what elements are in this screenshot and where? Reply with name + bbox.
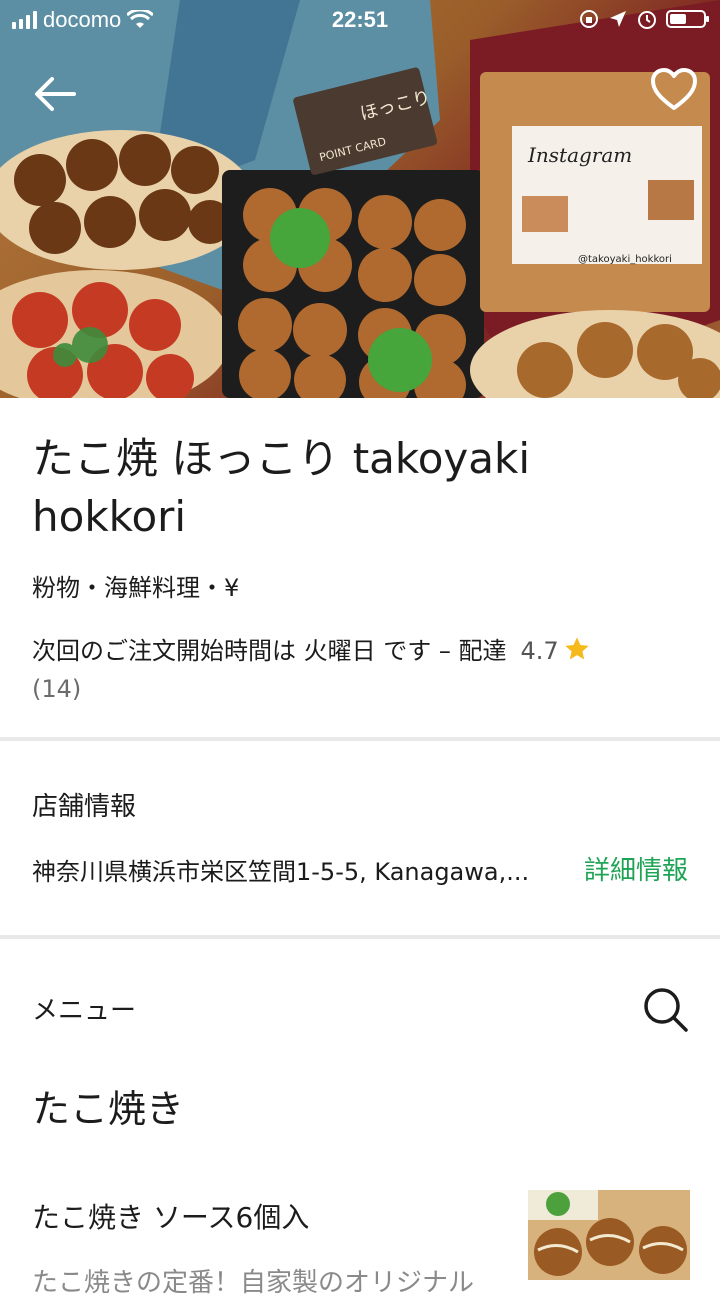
- hero-image: POINT CARD ほっこり Instagram @takoyaki_hokk…: [0, 0, 720, 398]
- menu-category-title: たこ焼き: [32, 1087, 185, 1131]
- rating-count: (14): [32, 675, 82, 703]
- store-info-label: 店舗情報: [32, 792, 137, 822]
- menu-label: メニュー: [32, 996, 137, 1026]
- orientation-lock-icon: [580, 10, 598, 28]
- heart-icon[interactable]: [648, 64, 700, 116]
- svg-text:Instagram: Instagram: [527, 143, 632, 167]
- menu-item-description: たこ焼きの定番！自家製のオリジナル: [32, 1268, 475, 1298]
- alarm-icon: [638, 11, 656, 29]
- menu-item-name: たこ焼き ソース6個入: [32, 1201, 310, 1234]
- store-address: 神奈川県横浜市栄区笠間1-5-5, Kanagawa,...: [32, 858, 530, 886]
- status-bar: docomo 22:51: [0, 0, 720, 40]
- battery-icon: [666, 10, 709, 28]
- store-name: たこ焼 ほっこり takoyaki hokkori: [32, 434, 531, 541]
- takoyaki-photo: POINT CARD ほっこり Instagram @takoyaki_hokk…: [0, 0, 720, 398]
- rating-value: 4.7: [520, 637, 559, 665]
- svg-text:@takoyaki_hokkori: @takoyaki_hokkori: [578, 254, 672, 265]
- search-icon[interactable]: [640, 984, 692, 1036]
- next-order-info: 次回のご注文開始時間は 火曜日 です – 配達 4.7 (14): [32, 632, 692, 708]
- menu-item-image: [528, 1190, 690, 1280]
- next-order-text: 次回のご注文開始時間は 火曜日 です – 配達: [32, 637, 507, 665]
- divider: [0, 737, 720, 741]
- star-icon: [565, 637, 589, 660]
- store-categories: 粉物・海鮮料理・¥: [32, 574, 240, 602]
- divider: [0, 935, 720, 939]
- address-row: 神奈川県横浜市栄区笠間1-5-5, Kanagawa,... 詳細情報: [32, 852, 692, 888]
- back-arrow-icon[interactable]: [30, 70, 78, 118]
- details-link[interactable]: 詳細情報: [584, 850, 688, 887]
- location-icon: [610, 11, 626, 27]
